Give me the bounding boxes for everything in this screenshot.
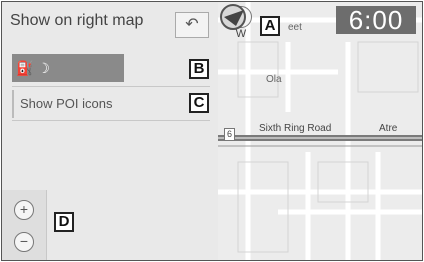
clock: 6:00 xyxy=(336,6,416,34)
road-label: Sixth Ring Road xyxy=(258,123,333,134)
divider xyxy=(12,120,210,121)
show-poi-icons-button[interactable]: Show POI icons xyxy=(12,90,210,118)
road-number-badge: 6 xyxy=(224,128,236,141)
settings-panel: Show on right map ↶ ⛽ ☽ Show POI icons +… xyxy=(2,2,218,260)
restaurant-icon: ☽ xyxy=(37,60,50,76)
callout-b: B xyxy=(189,59,209,79)
zoom-bar: + − xyxy=(2,190,47,260)
callout-a: A xyxy=(260,16,280,36)
gas-station-icon: ⛽ xyxy=(16,60,34,76)
poi-icons: ⛽ ☽ xyxy=(16,60,50,77)
panel-title: Show on right map xyxy=(10,12,144,29)
callout-d: D xyxy=(54,212,74,232)
back-arrow-icon: ↶ xyxy=(185,16,199,33)
zoom-out-icon: − xyxy=(19,233,29,249)
road-label-tail: Atre xyxy=(378,123,399,134)
street-label: eet xyxy=(288,22,302,33)
zoom-in-button[interactable]: + xyxy=(14,200,34,220)
back-button[interactable]: ↶ xyxy=(175,12,209,38)
divider xyxy=(12,86,210,87)
vehicle-position-icon xyxy=(220,4,246,30)
map-view[interactable]: N W eet Ola Sixth Ring Road Atre 6 6:00 xyxy=(218,2,422,260)
poi-icons-button[interactable]: ⛽ ☽ xyxy=(12,54,124,82)
callout-c: C xyxy=(189,93,209,113)
zoom-out-button[interactable]: − xyxy=(14,232,34,252)
navigation-screen: Show on right map ↶ ⛽ ☽ Show POI icons +… xyxy=(1,1,423,261)
zoom-in-icon: + xyxy=(19,201,29,217)
street-label: Ola xyxy=(266,74,282,85)
